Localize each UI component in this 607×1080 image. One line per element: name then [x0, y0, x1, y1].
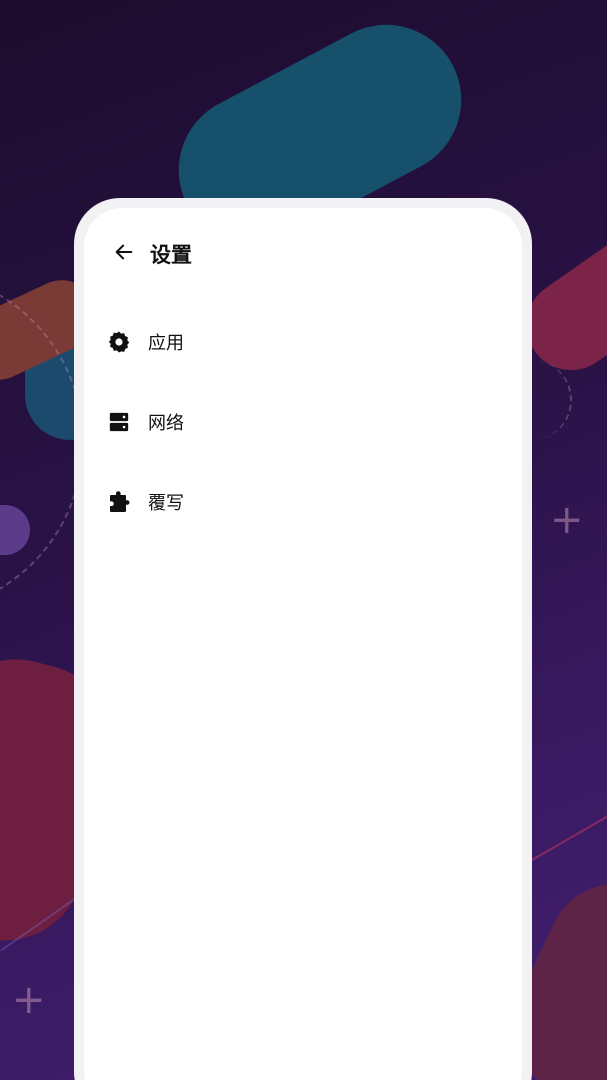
menu-item-override[interactable]: 覆写: [106, 474, 486, 530]
menu-item-label: 覆写: [148, 493, 184, 514]
settings-header: 设置: [108, 230, 192, 278]
gear-icon: [106, 329, 132, 355]
back-button[interactable]: [108, 238, 140, 270]
background-plus-icon: +: [550, 497, 584, 543]
background-dotted-arc-right: [530, 360, 572, 440]
menu-item-network[interactable]: 网络: [106, 394, 486, 450]
background-plus-icon: +: [12, 977, 46, 1023]
menu-item-label: 网络: [148, 413, 184, 434]
settings-panel: 设置 应用 网络 覆写: [74, 198, 532, 1080]
page-title: 设置: [150, 243, 192, 267]
server-icon: [106, 409, 132, 435]
arrow-left-icon: [113, 241, 135, 267]
background-line: [530, 810, 607, 862]
app-screen: + + 设置 应用 网络 覆写: [0, 0, 607, 1080]
menu-item-apps[interactable]: 应用: [106, 314, 486, 370]
menu-item-label: 应用: [148, 333, 184, 354]
puzzle-icon: [106, 489, 132, 515]
settings-panel-content: 设置 应用 网络 覆写: [84, 208, 522, 1080]
